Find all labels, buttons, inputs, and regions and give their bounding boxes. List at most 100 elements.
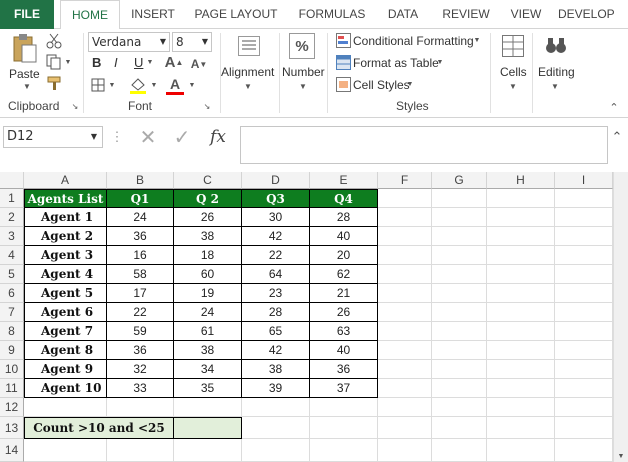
table-cell[interactable]: 39 [242, 379, 310, 398]
scroll-down-icon[interactable]: ▼ [616, 452, 626, 460]
count-label-cell[interactable]: Count >10 and <25 [24, 417, 174, 439]
binoculars-icon[interactable] [544, 33, 568, 57]
table-cell[interactable]: Agent 2 [24, 227, 107, 246]
copy-dropdown-icon[interactable]: ▼ [64, 57, 72, 67]
table-cell[interactable]: Agent 6 [24, 303, 107, 322]
borders-icon[interactable] [90, 77, 106, 93]
tab-home[interactable]: HOME [60, 0, 120, 30]
table-header-cell[interactable]: Q4 [310, 189, 378, 208]
table-cell[interactable]: 23 [242, 284, 310, 303]
tab-review[interactable]: REVIEW [436, 0, 496, 29]
table-header-cell[interactable]: Agents List [24, 189, 107, 208]
table-cell[interactable]: 58 [107, 265, 174, 284]
table-cell[interactable]: 16 [107, 246, 174, 265]
table-cell[interactable]: 17 [107, 284, 174, 303]
column-header-f[interactable]: F [378, 172, 432, 189]
table-cell[interactable]: 34 [174, 360, 242, 379]
alignment-icon[interactable] [236, 33, 262, 59]
conditional-formatting-icon[interactable] [335, 32, 351, 48]
table-cell[interactable]: 38 [174, 341, 242, 360]
row-header-2[interactable]: 2 [0, 208, 24, 227]
row-header-3[interactable]: 3 [0, 227, 24, 246]
row-header-9[interactable]: 9 [0, 341, 24, 360]
table-header-cell[interactable]: Q 2 [174, 189, 242, 208]
table-cell[interactable]: Agent 5 [24, 284, 107, 303]
worksheet-grid[interactable]: A B C D E F G H I 1 2 3 4 5 6 7 8 9 10 1… [0, 172, 628, 462]
tab-view[interactable]: VIEW [504, 0, 548, 29]
decrease-font-icon[interactable]: A ▼ [188, 55, 210, 73]
paste-button[interactable]: Paste [9, 67, 40, 81]
table-cell[interactable]: 22 [107, 303, 174, 322]
number-button[interactable]: Number [282, 65, 325, 79]
table-cell[interactable]: 28 [242, 303, 310, 322]
table-cell[interactable]: Agent 3 [24, 246, 107, 265]
row-header-14[interactable]: 14 [0, 439, 24, 462]
table-cell[interactable]: 60 [174, 265, 242, 284]
tab-page-layout[interactable]: PAGE LAYOUT [188, 0, 284, 29]
format-as-table-button[interactable]: Format as Table [353, 56, 439, 70]
table-cell[interactable]: 32 [107, 360, 174, 379]
table-cell[interactable]: 40 [310, 341, 378, 360]
table-cell[interactable]: 37 [310, 379, 378, 398]
paste-icon[interactable] [10, 33, 38, 63]
chevron-down-icon[interactable]: ▼ [508, 81, 518, 91]
column-header-c[interactable]: C [174, 172, 242, 189]
table-cell[interactable]: 19 [174, 284, 242, 303]
enter-icon[interactable]: ✓ [170, 126, 194, 149]
table-cell[interactable]: Agent 1 [24, 208, 107, 227]
font-color-dropdown-icon[interactable]: ▼ [188, 80, 196, 90]
collapse-ribbon-icon[interactable]: ⌃ [608, 101, 620, 114]
table-cell[interactable]: 59 [107, 322, 174, 341]
fill-color-dropdown-icon[interactable]: ▼ [150, 80, 158, 90]
chevron-down-icon[interactable]: ▼ [473, 35, 481, 45]
table-cell[interactable]: 36 [310, 360, 378, 379]
chevron-down-icon[interactable]: ▼ [22, 81, 32, 91]
table-cell[interactable]: 40 [310, 227, 378, 246]
table-cell[interactable]: Agent 10 [24, 379, 107, 398]
table-cell[interactable]: 21 [310, 284, 378, 303]
table-header-cell[interactable]: Q3 [242, 189, 310, 208]
dialog-launcher-icon[interactable]: ↘ [202, 101, 212, 111]
chevron-down-icon[interactable]: ▼ [436, 57, 444, 67]
tab-insert[interactable]: INSERT [124, 0, 182, 29]
font-color-icon[interactable]: A [166, 75, 184, 95]
table-cell[interactable]: 42 [242, 341, 310, 360]
row-header-5[interactable]: 5 [0, 265, 24, 284]
tab-developer[interactable]: DEVELOP [558, 0, 628, 29]
table-cell[interactable]: Agent 8 [24, 341, 107, 360]
column-header-h[interactable]: H [487, 172, 555, 189]
chevron-down-icon[interactable]: ▼ [550, 81, 560, 91]
table-cell[interactable]: Agent 9 [24, 360, 107, 379]
bold-button[interactable]: B [92, 55, 101, 70]
column-header-d[interactable]: D [242, 172, 310, 189]
percent-icon[interactable]: % [289, 33, 315, 59]
underline-button[interactable]: U [134, 55, 143, 70]
table-cell[interactable]: 26 [310, 303, 378, 322]
row-header-6[interactable]: 6 [0, 284, 24, 303]
table-cell[interactable]: 42 [242, 227, 310, 246]
editing-button[interactable]: Editing [538, 65, 575, 79]
table-cell[interactable]: 26 [174, 208, 242, 227]
chevron-down-icon[interactable]: ▼ [298, 81, 308, 91]
table-cell[interactable]: 64 [242, 265, 310, 284]
table-cell[interactable]: 38 [174, 227, 242, 246]
cancel-icon[interactable]: ✕ [136, 126, 160, 149]
alignment-button[interactable]: Alignment [221, 65, 274, 79]
format-painter-icon[interactable] [46, 75, 62, 91]
table-cell[interactable]: 36 [107, 227, 174, 246]
table-cell[interactable]: 35 [174, 379, 242, 398]
formula-input[interactable] [240, 126, 608, 164]
row-header-7[interactable]: 7 [0, 303, 24, 322]
table-cell[interactable]: 18 [174, 246, 242, 265]
format-as-table-icon[interactable] [335, 54, 351, 70]
table-cell[interactable]: 30 [242, 208, 310, 227]
column-header-i[interactable]: I [555, 172, 613, 189]
conditional-formatting-button[interactable]: Conditional Formatting [353, 34, 474, 48]
table-cell[interactable]: 28 [310, 208, 378, 227]
table-cell[interactable]: 20 [310, 246, 378, 265]
column-header-g[interactable]: G [432, 172, 487, 189]
table-cell[interactable]: 22 [242, 246, 310, 265]
tab-data[interactable]: DATA [380, 0, 426, 29]
font-size-select[interactable]: 8 ▼ [172, 32, 212, 52]
column-header-a[interactable]: A [24, 172, 107, 189]
